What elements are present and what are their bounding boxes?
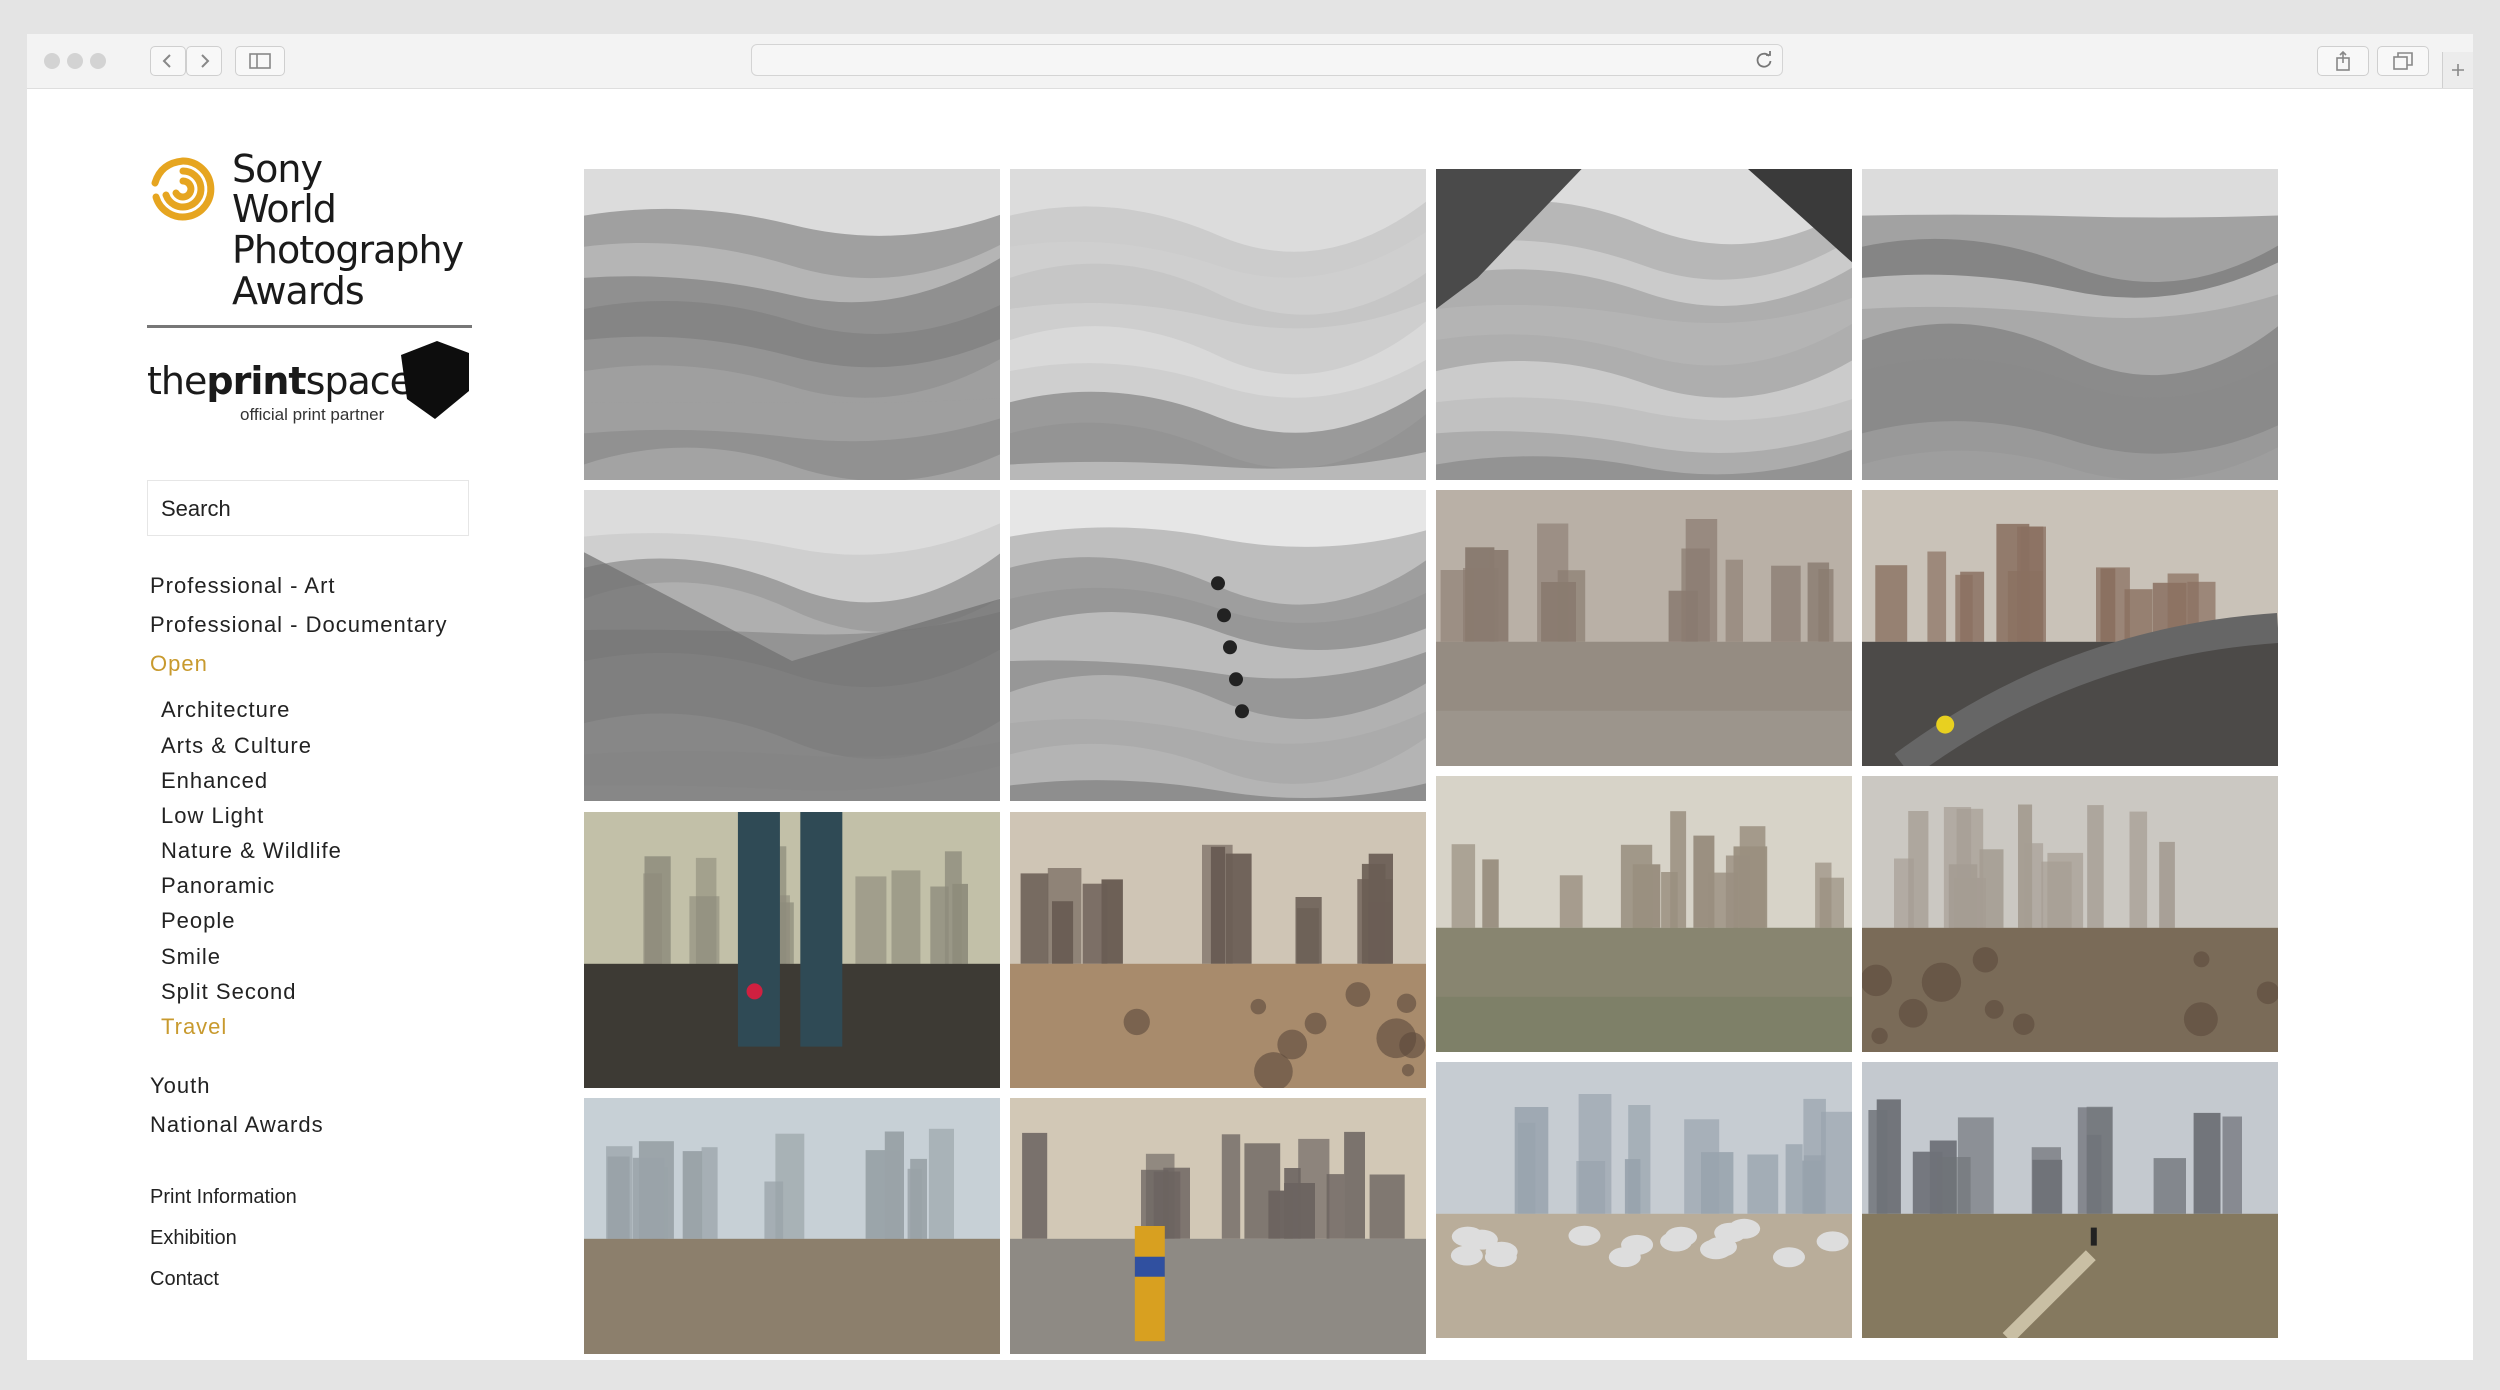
photo-image	[584, 490, 1000, 801]
back-button[interactable]	[150, 46, 186, 76]
photo-image	[1862, 490, 2278, 766]
nav-open[interactable]: Open	[150, 651, 208, 677]
sidebar-toggle-button[interactable]	[235, 46, 285, 76]
nav-sub-nature-wildlife[interactable]: Nature & Wildlife	[161, 838, 342, 864]
minimize-window-button[interactable]	[67, 53, 83, 69]
gallery-photo[interactable]	[1010, 490, 1426, 801]
gallery-photo[interactable]	[1862, 776, 2278, 1052]
photo-image	[1436, 1062, 1852, 1338]
gallery-photo[interactable]	[1862, 1062, 2278, 1338]
printspace-cube-icon	[401, 341, 469, 419]
gallery-photo[interactable]	[1862, 490, 2278, 766]
photo-image	[1436, 776, 1852, 1052]
web-page: Sony World Photography Awards theprintsp…	[27, 89, 2473, 1360]
photo-image	[1010, 169, 1426, 480]
gallery-photo[interactable]	[1010, 812, 1426, 1088]
nav-sub-enhanced[interactable]: Enhanced	[161, 768, 268, 794]
photo-image	[1862, 776, 2278, 1052]
gallery-photo[interactable]	[584, 490, 1000, 801]
partner-name-light: the	[147, 359, 207, 403]
partner-name-bold: print	[206, 359, 306, 403]
theprintspace-logo[interactable]: theprintspace official print partner	[147, 339, 487, 429]
photo-image	[584, 1098, 1000, 1354]
chevron-right-icon	[201, 54, 210, 68]
nav-professional-art[interactable]: Professional - Art	[150, 573, 336, 599]
reload-icon[interactable]	[1754, 50, 1774, 70]
link-contact[interactable]: Contact	[150, 1268, 219, 1291]
partner-name: theprintspace	[147, 359, 413, 403]
gallery-photo[interactable]	[1436, 776, 1852, 1052]
share-icon	[2336, 51, 2350, 71]
new-tab-button[interactable]	[2442, 52, 2473, 88]
gallery-photo[interactable]	[1436, 169, 1852, 480]
chevron-left-icon	[162, 54, 171, 68]
photo-image	[584, 169, 1000, 480]
zoom-window-button[interactable]	[90, 53, 106, 69]
brand-line-1: Sony	[232, 147, 323, 191]
photo-image	[1436, 490, 1852, 766]
photo-image	[1862, 1062, 2278, 1338]
gallery-photo[interactable]	[1010, 1098, 1426, 1354]
nav-sub-split-second[interactable]: Split Second	[161, 979, 297, 1005]
gallery-photo[interactable]	[584, 169, 1000, 480]
partner-tagline: official print partner	[240, 405, 385, 424]
nav-sub-smile[interactable]: Smile	[161, 944, 221, 970]
plus-icon	[2452, 64, 2464, 76]
browser-window: Sony World Photography Awards theprintsp…	[27, 34, 2473, 1360]
photo-gallery	[584, 169, 2284, 1360]
photo-image	[1862, 169, 2278, 480]
tabs-icon	[2393, 52, 2413, 70]
gallery-photo[interactable]	[584, 1098, 1000, 1354]
photo-image	[1010, 812, 1426, 1088]
gallery-photo[interactable]	[1436, 1062, 1852, 1338]
gallery-photo[interactable]	[1010, 169, 1426, 480]
forward-button[interactable]	[186, 46, 222, 76]
nav-sub-panoramic[interactable]: Panoramic	[161, 873, 275, 899]
nav-sub-travel[interactable]: Travel	[161, 1014, 227, 1040]
nav-national-awards[interactable]: National Awards	[150, 1112, 324, 1138]
sony-swirl-icon	[151, 157, 215, 221]
address-bar[interactable]	[751, 44, 1783, 76]
nav-youth[interactable]: Youth	[150, 1073, 210, 1099]
sony-awards-logo[interactable]: Sony World Photography Awards	[147, 149, 487, 319]
brand-line-2: World	[232, 187, 337, 231]
close-window-button[interactable]	[44, 53, 60, 69]
logo-divider	[147, 325, 472, 328]
sidebar-icon	[249, 53, 271, 69]
brand-line-4: Awards	[232, 269, 365, 313]
tabs-overview-button[interactable]	[2377, 46, 2429, 76]
share-button[interactable]	[2317, 46, 2369, 76]
brand-line-3: Photography	[232, 228, 464, 272]
search-input[interactable]: Search	[147, 480, 469, 536]
nav-professional-documentary[interactable]: Professional - Documentary	[150, 612, 447, 638]
photo-image	[584, 812, 1000, 1088]
photo-image	[1010, 1098, 1426, 1354]
gallery-photo[interactable]	[584, 812, 1000, 1088]
browser-toolbar	[27, 34, 2473, 89]
nav-sub-arts-culture[interactable]: Arts & Culture	[161, 733, 312, 759]
gallery-photo[interactable]	[1436, 490, 1852, 766]
photo-image	[1436, 169, 1852, 480]
link-exhibition[interactable]: Exhibition	[150, 1227, 237, 1250]
photo-image	[1010, 490, 1426, 801]
link-print-information[interactable]: Print Information	[150, 1186, 297, 1209]
gallery-photo[interactable]	[1862, 169, 2278, 480]
nav-sub-architecture[interactable]: Architecture	[161, 697, 290, 723]
nav-sub-people[interactable]: People	[161, 908, 236, 934]
nav-sub-low-light[interactable]: Low Light	[161, 803, 264, 829]
